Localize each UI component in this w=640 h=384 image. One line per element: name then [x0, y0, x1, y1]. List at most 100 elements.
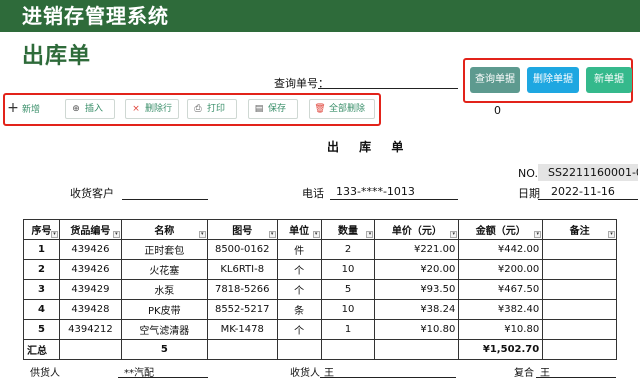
reviewer-label: 复合 — [514, 368, 534, 379]
filter-dropdown-icon[interactable]: ▾ — [50, 231, 58, 238]
query-document-button[interactable]: 查询单据 — [470, 67, 520, 93]
new-document-button[interactable]: 新单据 — [586, 67, 632, 93]
header-name[interactable]: 名称 ▾ — [120, 219, 208, 240]
table-row[interactable]: 4 439428 PK皮带 8552-5217 条 10 ¥38.24 ¥382… — [23, 299, 617, 320]
page-title: 出库单 — [22, 44, 92, 69]
cell-amount[interactable]: ¥10.80 — [458, 319, 544, 340]
cell-price[interactable]: ¥10.80 — [374, 319, 460, 340]
close-icon: × — [132, 104, 140, 114]
cell-name[interactable]: 正时套包 — [120, 239, 208, 260]
cell-amount[interactable]: ¥200.00 — [458, 259, 544, 280]
cell-code[interactable]: 439426 — [58, 259, 122, 280]
save-icon: ▤ — [254, 104, 264, 114]
cell-drawing[interactable]: MK-1478 — [206, 319, 278, 340]
cell-unit[interactable]: 件 — [276, 239, 322, 260]
cell-code[interactable]: 439426 — [58, 239, 122, 260]
save-label: 保存 — [268, 104, 287, 114]
cell-name[interactable]: 水泵 — [120, 279, 208, 300]
cell-unit[interactable]: 个 — [276, 279, 322, 300]
query-input[interactable] — [318, 88, 458, 89]
filter-dropdown-icon[interactable]: ▾ — [608, 231, 615, 238]
phone-value[interactable]: 133-****-1013 — [336, 185, 415, 198]
cell-unit[interactable]: 条 — [276, 299, 322, 320]
header-price[interactable]: 单价（元） ▾ — [374, 219, 460, 240]
filter-dropdown-icon[interactable]: ▾ — [534, 231, 542, 238]
filter-dropdown-icon[interactable]: ▾ — [198, 231, 206, 238]
filter-dropdown-icon[interactable]: ▾ — [312, 231, 320, 238]
cell-name[interactable]: PK皮带 — [120, 299, 208, 320]
insert-button[interactable]: ⊕ 插入 — [65, 99, 115, 119]
cell-qty[interactable]: 5 — [320, 279, 376, 300]
cell-seq[interactable]: 3 — [23, 279, 60, 300]
cell-price[interactable]: ¥93.50 — [374, 279, 460, 300]
cell-price[interactable]: ¥38.24 — [374, 299, 460, 320]
table-header-row: 序号 ▾ 货品编号 ▾ 名称 ▾ 图号 ▾ 单位 ▾ 数量 ▾ 单价（元） ▾ 金额（元） ▾ … — [23, 219, 617, 240]
cell-seq[interactable]: 4 — [23, 299, 60, 320]
cell-qty[interactable]: 10 — [320, 259, 376, 280]
print-label: 打印 — [207, 104, 226, 114]
cell-qty[interactable]: 1 — [320, 319, 376, 340]
trash-icon: 🗑 — [314, 104, 326, 114]
delete-row-label: 删除行 — [145, 104, 173, 114]
delete-all-button[interactable]: 🗑 全部删除 — [309, 99, 375, 119]
header-note[interactable]: 备注 ▾ — [542, 219, 617, 240]
cell-note[interactable] — [542, 239, 617, 260]
receiver-underline — [320, 377, 456, 378]
header-qty[interactable]: 数量 ▾ — [320, 219, 376, 240]
cell-amount[interactable]: ¥442.00 — [458, 239, 544, 260]
cell-note[interactable] — [542, 299, 617, 320]
print-button[interactable]: ⎙ 打印 — [187, 99, 237, 119]
header-drawing[interactable]: 图号 ▾ — [206, 219, 278, 240]
customer-label: 收货客户 — [70, 187, 114, 200]
cell-code[interactable]: 439428 — [58, 299, 122, 320]
cell-qty[interactable]: 10 — [320, 299, 376, 320]
date-value[interactable]: 2022-11-16 — [551, 185, 615, 198]
cell-note[interactable] — [542, 279, 617, 300]
cell-drawing[interactable]: 8500-0162 — [206, 239, 278, 260]
header-amount[interactable]: 金额（元） ▾ — [458, 219, 544, 240]
delete-document-button[interactable]: 删除单据 — [527, 67, 579, 93]
cell-unit[interactable]: 个 — [276, 259, 322, 280]
table-row[interactable]: 5 4394212 空气滤清器 MK-1478 个 1 ¥10.80 ¥10.8… — [23, 319, 617, 340]
items-table: 序号 ▾ 货品编号 ▾ 名称 ▾ 图号 ▾ 单位 ▾ 数量 ▾ 单价（元） ▾ 金额（元） ▾ … — [23, 219, 617, 360]
total-row: 汇总 5 ¥1,502.70 — [23, 339, 617, 360]
cell-seq[interactable]: 1 — [23, 239, 60, 260]
cell-drawing[interactable]: 7818-5266 — [206, 279, 278, 300]
table-row[interactable]: 1 439426 正时套包 8500-0162 件 2 ¥221.00 ¥442… — [23, 239, 617, 260]
cell-note[interactable] — [542, 319, 617, 340]
save-button[interactable]: ▤ 保存 — [248, 99, 298, 119]
cell-seq[interactable]: 2 — [23, 259, 60, 280]
doc-no-value: SS2211160001-001 — [538, 164, 638, 181]
header-unit[interactable]: 单位 ▾ — [276, 219, 322, 240]
filter-dropdown-icon[interactable]: ▾ — [366, 231, 374, 238]
cell-name[interactable]: 空气滤清器 — [120, 319, 208, 340]
cell-price[interactable]: ¥221.00 — [374, 239, 460, 260]
cell-amount[interactable]: ¥467.50 — [458, 279, 544, 300]
delete-row-button[interactable]: × 删除行 — [125, 99, 179, 119]
cell-note[interactable] — [542, 259, 617, 280]
filter-dropdown-icon[interactable]: ▾ — [450, 231, 458, 238]
cell-code[interactable]: 4394212 — [58, 319, 122, 340]
cell-drawing[interactable]: KL6RTI-8 — [206, 259, 278, 280]
cell-amount[interactable]: ¥382.40 — [458, 299, 544, 320]
cell-price[interactable]: ¥20.00 — [374, 259, 460, 280]
table-row[interactable]: 2 439426 火花塞 KL6RTI-8 个 10 ¥20.00 ¥200.0… — [23, 259, 617, 280]
reviewer-underline — [536, 377, 616, 378]
cell-code[interactable]: 439429 — [58, 279, 122, 300]
cell-drawing[interactable]: 8552-5217 — [206, 299, 278, 320]
cell-seq[interactable]: 5 — [23, 319, 60, 340]
total-label: 汇总 — [23, 339, 60, 360]
cell-qty[interactable]: 2 — [320, 239, 376, 260]
cell-unit[interactable]: 个 — [276, 319, 322, 340]
phone-underline — [330, 199, 458, 200]
filter-dropdown-icon[interactable]: ▾ — [112, 231, 120, 238]
filter-dropdown-icon[interactable]: ▾ — [268, 231, 276, 238]
header-code[interactable]: 货品编号 ▾ — [58, 219, 122, 240]
table-row[interactable]: 3 439429 水泵 7818-5266 个 5 ¥93.50 ¥467.50 — [23, 279, 617, 300]
document-title: 出 库 单 — [327, 140, 412, 154]
doc-no-label: NO. — [518, 167, 538, 180]
cell-name[interactable]: 火花塞 — [120, 259, 208, 280]
header-seq[interactable]: 序号 ▾ — [23, 219, 60, 240]
customer-field[interactable] — [122, 199, 208, 200]
add-button[interactable]: + 新增 — [7, 99, 57, 119]
